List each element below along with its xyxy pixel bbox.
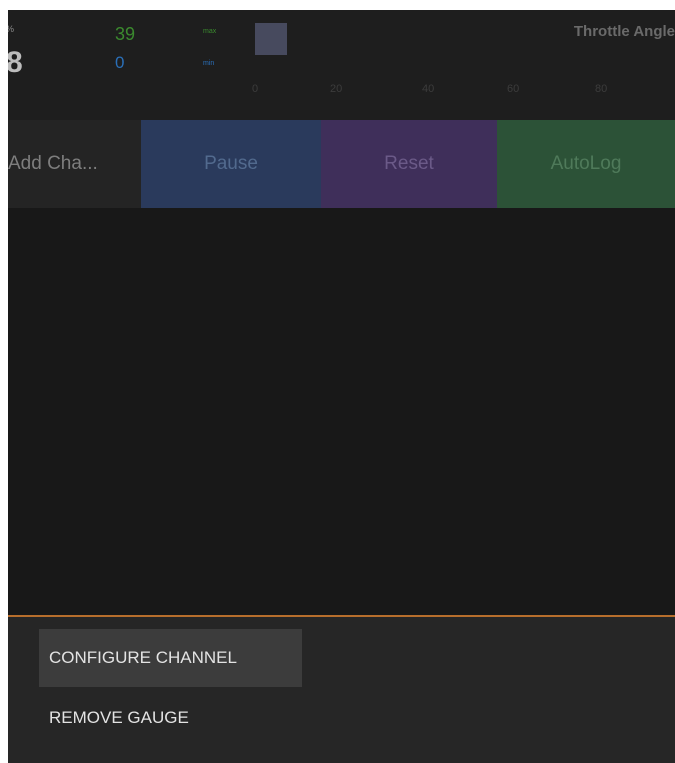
gauge-scale-tick: 40 bbox=[422, 83, 435, 95]
gauge-scale-tick: 80 bbox=[595, 83, 608, 95]
pause-label: Pause bbox=[204, 153, 258, 174]
autolog-button[interactable]: AutoLog bbox=[497, 120, 675, 208]
gauge-unit: % bbox=[8, 24, 14, 34]
gauge-min-tag: min bbox=[203, 60, 215, 67]
context-menu-sheet: CONFIGURE CHANNEL REMOVE GAUGE bbox=[8, 617, 675, 763]
add-channel-label: Add Cha... bbox=[8, 153, 98, 174]
reset-button[interactable]: Reset bbox=[321, 120, 497, 208]
pause-button[interactable]: Pause bbox=[141, 120, 321, 208]
gauge-min-value: 0 bbox=[115, 53, 125, 72]
autolog-label: AutoLog bbox=[550, 153, 622, 174]
gauge-current-value: 8 bbox=[8, 46, 23, 79]
add-channel-button[interactable]: Add Cha... bbox=[8, 120, 141, 208]
gauge-scale-tick: 0 bbox=[252, 83, 259, 95]
remove-gauge-label: REMOVE GAUGE bbox=[49, 708, 189, 727]
gauge-level-bar bbox=[255, 23, 287, 55]
configure-channel-menu-item[interactable]: CONFIGURE CHANNEL bbox=[39, 629, 302, 687]
gauge-max-tag: max bbox=[203, 28, 217, 35]
reset-label: Reset bbox=[384, 153, 434, 174]
gauge-title: Throttle Angle bbox=[573, 23, 675, 40]
remove-gauge-menu-item[interactable]: REMOVE GAUGE bbox=[39, 689, 189, 747]
gauge-scale-tick: 20 bbox=[330, 83, 343, 95]
chart-area bbox=[8, 208, 675, 615]
action-bar: Add Cha... Pause Reset AutoLog bbox=[8, 120, 675, 208]
gauge-scale-tick: 60 bbox=[507, 83, 520, 95]
throttle-gauge[interactable]: % 8 39 0 max min Throttle Angle 0 20 40 … bbox=[8, 10, 675, 120]
gauge-max-value: 39 bbox=[115, 24, 136, 44]
app-screen: % 8 39 0 max min Throttle Angle 0 20 40 … bbox=[8, 10, 675, 763]
configure-channel-label: CONFIGURE CHANNEL bbox=[49, 648, 237, 667]
